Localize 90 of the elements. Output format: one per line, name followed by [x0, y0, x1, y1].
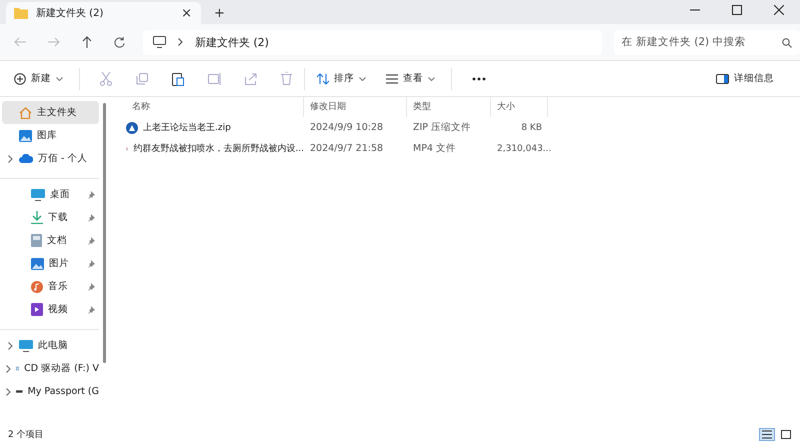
picture-icon: [19, 130, 32, 142]
sidebar-item-label: 图片: [49, 257, 69, 270]
document-icon: [31, 234, 42, 247]
archive-icon: [126, 122, 138, 134]
details-pane-icon: [716, 74, 729, 84]
sidebar-item[interactable]: 万佰 - 个人: [2, 147, 99, 170]
caret-icon: [359, 76, 366, 80]
column-header[interactable]: 名称: [126, 97, 304, 117]
file-name[interactable]: 约群友野战被扣喷水，去厕所野战被内设...: [133, 142, 304, 155]
sidebar-item[interactable]: 音乐: [2, 275, 99, 298]
file-size: 8 KB: [520, 122, 543, 132]
sidebar-item-label: 万佰 - 个人: [38, 152, 88, 165]
close-tab-button[interactable]: ×: [178, 6, 195, 20]
plus-circle-icon: [14, 72, 26, 84]
chevron-icon[interactable]: [6, 364, 11, 372]
address-bar[interactable]: 新建文件夹 (2): [142, 30, 602, 54]
file-type: MP4 文件: [412, 142, 457, 155]
music-icon: [31, 280, 43, 292]
search-field[interactable]: 在 新建文件夹 (2) 中搜索: [614, 30, 800, 54]
caret-icon: [56, 76, 63, 80]
column-header[interactable]: 修改日期: [304, 97, 407, 117]
sidebar-item[interactable]: 图库: [2, 124, 99, 147]
sidebar-item[interactable]: 此电脑: [2, 334, 99, 357]
file-type: ZIP 压缩文件: [412, 121, 472, 134]
monitor-icon: [19, 340, 33, 352]
column-header[interactable]: 大小: [491, 97, 548, 117]
breadcrumb[interactable]: 新建文件夹 (2): [194, 34, 269, 50]
lines-icon: [386, 74, 398, 84]
details-view-icon[interactable]: [759, 428, 775, 440]
details-pane-button[interactable]: 详细信息: [712, 69, 778, 88]
drive-icon: [16, 389, 23, 394]
more-options-icon[interactable]: [472, 76, 486, 80]
chevron-icon[interactable]: [6, 388, 11, 396]
monitor-icon: [152, 36, 166, 48]
pin-icon: [87, 190, 95, 198]
sidebar-item[interactable]: My Passport (G: [2, 380, 99, 403]
sidebar-item-label: 音乐: [48, 280, 68, 293]
sidebar-item-label: 文档: [47, 234, 67, 247]
search-icon: [782, 38, 792, 48]
chevron-icon: [178, 38, 183, 46]
close-icon[interactable]: [774, 5, 784, 15]
refresh-icon[interactable]: [114, 36, 125, 48]
pin-icon: [87, 236, 95, 244]
view-button[interactable]: 查看: [382, 69, 439, 88]
chevron-icon[interactable]: [8, 342, 12, 350]
column-header[interactable]: 类型: [407, 97, 491, 117]
sidebar-item[interactable]: 视频: [2, 298, 99, 321]
folder-icon: [14, 7, 28, 19]
video-icon: [31, 303, 43, 316]
tab-title: 新建文件夹 (2): [36, 6, 104, 20]
new-button[interactable]: 新建: [10, 69, 67, 88]
file-size: 2,310,043...: [496, 144, 548, 154]
window-tab[interactable]: 新建文件夹 (2) ×: [6, 2, 201, 24]
paste-icon[interactable]: [172, 72, 184, 86]
sidebar-item[interactable]: 下载: [2, 206, 99, 229]
new-tab-button[interactable]: +: [211, 7, 228, 20]
pin-icon: [87, 260, 95, 268]
pin-icon: [87, 306, 95, 314]
sidebar-item-label: 视频: [48, 303, 68, 316]
monitor-icon: [31, 188, 45, 200]
pin-icon: [87, 282, 95, 290]
sidebar-item[interactable]: 桌面: [2, 183, 99, 206]
sidebar-item[interactable]: CD 驱动器 (F:) V: [2, 357, 99, 380]
caret-icon: [428, 76, 435, 80]
modified-date: 2024/9/7 21:58: [309, 143, 384, 154]
sidebar-item-label: My Passport (G: [28, 386, 99, 397]
sidebar-item-label: CD 驱动器 (F:) V: [24, 362, 99, 375]
download-arrow-icon: [31, 211, 43, 224]
sidebar-item-label: 桌面: [50, 188, 70, 201]
home-icon: [19, 106, 32, 118]
sort-arrows-icon: [317, 72, 329, 84]
item-count: 2 个项目: [8, 428, 44, 440]
sidebar-item-label: 图库: [37, 129, 57, 142]
sidebar-item[interactable]: 图片: [2, 252, 99, 275]
file-name[interactable]: 上老王论坛当老王.zip: [143, 121, 231, 134]
pin-icon: [87, 214, 95, 222]
tiles-view-icon[interactable]: [778, 428, 794, 440]
cloud-icon: [19, 154, 33, 163]
scrollbar[interactable]: [103, 103, 106, 363]
maximize-icon[interactable]: [732, 5, 742, 15]
sidebar-item[interactable]: 文档: [2, 229, 99, 252]
sidebar-item-label: 主文件夹: [37, 106, 77, 119]
modified-date: 2024/9/9 10:28: [309, 122, 384, 133]
chevron-icon[interactable]: [8, 154, 12, 162]
sidebar-item-label: 此电脑: [38, 339, 68, 352]
sidebar-item-label: 下载: [48, 211, 68, 224]
sidebar-item[interactable]: 主文件夹: [2, 101, 99, 124]
sort-button[interactable]: 排序: [313, 69, 370, 88]
up-arrow-icon[interactable]: [82, 36, 92, 48]
picture-icon: [31, 258, 44, 270]
